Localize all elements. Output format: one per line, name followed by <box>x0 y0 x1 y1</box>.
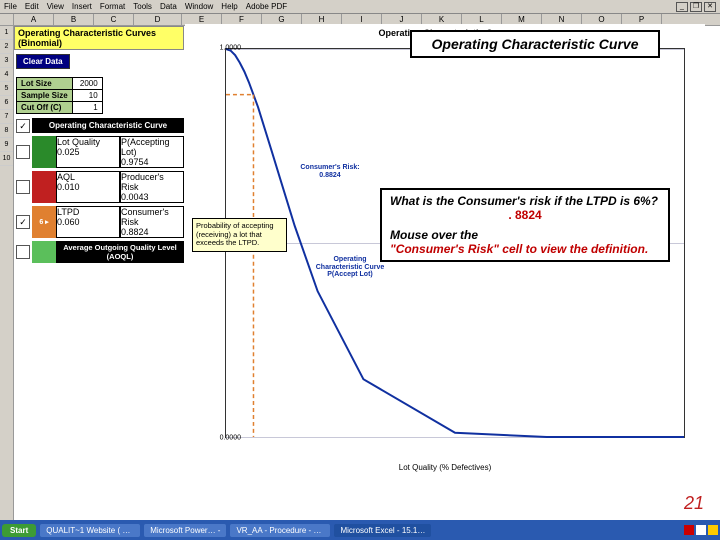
slide-number: 21 <box>684 493 704 514</box>
aoql-block: Average Outgoing Quality Level (AOQL) <box>14 241 184 263</box>
lot-quality-block: Lot Quality0.025 P(Accepting Lot)0.9754 <box>14 136 184 168</box>
lotq-checkbox[interactable] <box>16 145 30 159</box>
taskbar: Start QUALIT~1 Website ( all… Microsoft … <box>0 520 720 540</box>
aoql-tag <box>32 241 56 263</box>
param-value[interactable]: 10 <box>72 90 102 102</box>
tooltip-consumers-risk: Probability of accepting (receiving) a l… <box>192 218 287 252</box>
table-row: Lot Size2000 <box>17 78 103 90</box>
menu-insert[interactable]: Insert <box>72 2 92 11</box>
menu-data[interactable]: Data <box>160 2 177 11</box>
callout-title: Operating Characteristic Curve <box>410 30 660 58</box>
menu-tools[interactable]: Tools <box>133 2 152 11</box>
menu-file[interactable]: File <box>4 2 17 11</box>
param-label: Cut Off (C) <box>17 102 73 114</box>
menu-view[interactable]: View <box>47 2 64 11</box>
ltpd-right-hdr: Consumer's Risk <box>121 207 183 227</box>
ltpd-block: ✓ 6 ▸ LTPD0.060 Consumer's Risk0.8824 <box>14 206 184 238</box>
menu-adobepdf[interactable]: Adobe PDF <box>246 2 287 11</box>
left-panel: Operating Characteristic Curves (Binomia… <box>14 26 184 520</box>
clear-data-button[interactable]: Clear Data <box>16 54 70 69</box>
parameter-table: Lot Size2000 Sample Size10 Cut Off (C)1 <box>16 77 103 114</box>
aoql-checkbox[interactable] <box>16 245 30 259</box>
ltpd-checkbox[interactable]: ✓ <box>16 215 30 229</box>
system-tray <box>684 525 718 535</box>
table-row: Cut Off (C)1 <box>17 102 103 114</box>
lotq-right-val: 0.9754 <box>121 157 183 167</box>
col-D[interactable]: D <box>134 14 182 25</box>
menu-help[interactable]: Help <box>221 2 237 11</box>
ltpd-right-val: 0.8824 <box>121 227 183 237</box>
anno-consumers-risk: Consumer's Risk:0.8824 <box>285 164 375 179</box>
aql-left-hdr: AQL <box>57 172 119 182</box>
menu-window[interactable]: Window <box>185 2 213 11</box>
param-label: Sample Size <box>17 90 73 102</box>
lotq-tag <box>32 136 56 168</box>
param-value[interactable]: 1 <box>72 102 102 114</box>
taskbar-item[interactable]: Microsoft Power… - <box>144 524 226 537</box>
param-label: Lot Size <box>17 78 73 90</box>
lotq-left-val[interactable]: 0.025 <box>57 147 119 157</box>
col-A[interactable]: A <box>14 14 54 25</box>
start-button[interactable]: Start <box>2 524 36 537</box>
tray-icon[interactable] <box>684 525 694 535</box>
callout-question: What is the Consumer's risk if the LTPD … <box>380 188 670 262</box>
col-B[interactable]: B <box>54 14 94 25</box>
occ-title: Operating Characteristic Curve <box>33 119 183 132</box>
tray-icon[interactable] <box>708 525 718 535</box>
taskbar-item[interactable]: QUALIT~1 Website ( all… <box>40 524 140 537</box>
sheet-title-cell: Operating Characteristic Curves (Binomia… <box>14 26 184 50</box>
window-restore-icon[interactable]: ❐ <box>690 2 702 12</box>
aql-left-val[interactable]: 0.010 <box>57 182 119 192</box>
menu-format[interactable]: Format <box>100 2 125 11</box>
aql-checkbox[interactable] <box>16 180 30 194</box>
row-numbers: 12345678910 <box>0 26 14 520</box>
col-C[interactable]: C <box>94 14 134 25</box>
lotq-right-hdr: P(Accepting Lot) <box>121 137 183 157</box>
ltpd-left-hdr: LTPD <box>57 207 119 217</box>
param-value[interactable]: 2000 <box>72 78 102 90</box>
ltpd-tag: 6 ▸ <box>32 206 56 238</box>
aql-right-val: 0.0043 <box>121 192 183 202</box>
occ-checkbox[interactable]: ✓ <box>16 119 30 133</box>
menu-bar: File Edit View Insert Format Tools Data … <box>0 0 720 14</box>
taskbar-item[interactable]: VR_AA - Procedure - Visual… <box>230 524 330 537</box>
window-close-icon[interactable]: ✕ <box>704 2 716 12</box>
tray-icon[interactable] <box>696 525 706 535</box>
taskbar-item-active[interactable]: Microsoft Excel - 15.1… <box>334 524 431 537</box>
window-minimize-icon[interactable]: _ <box>676 2 688 12</box>
occ-toggle-block: ✓ Operating Characteristic Curve <box>14 118 184 133</box>
lotq-left-hdr: Lot Quality <box>57 137 119 147</box>
aql-tag <box>32 171 56 203</box>
aql-block: AQL0.010 Producer's Risk0.0043 <box>14 171 184 203</box>
table-row: Sample Size10 <box>17 90 103 102</box>
chart-xlabel: Lot Quality (% Defectives) <box>185 463 705 472</box>
aql-right-hdr: Producer's Risk <box>121 172 183 192</box>
aoql-title: Average Outgoing Quality Level (AOQL) <box>56 241 184 263</box>
menu-edit[interactable]: Edit <box>25 2 39 11</box>
ltpd-left-val[interactable]: 0.060 <box>57 217 119 227</box>
